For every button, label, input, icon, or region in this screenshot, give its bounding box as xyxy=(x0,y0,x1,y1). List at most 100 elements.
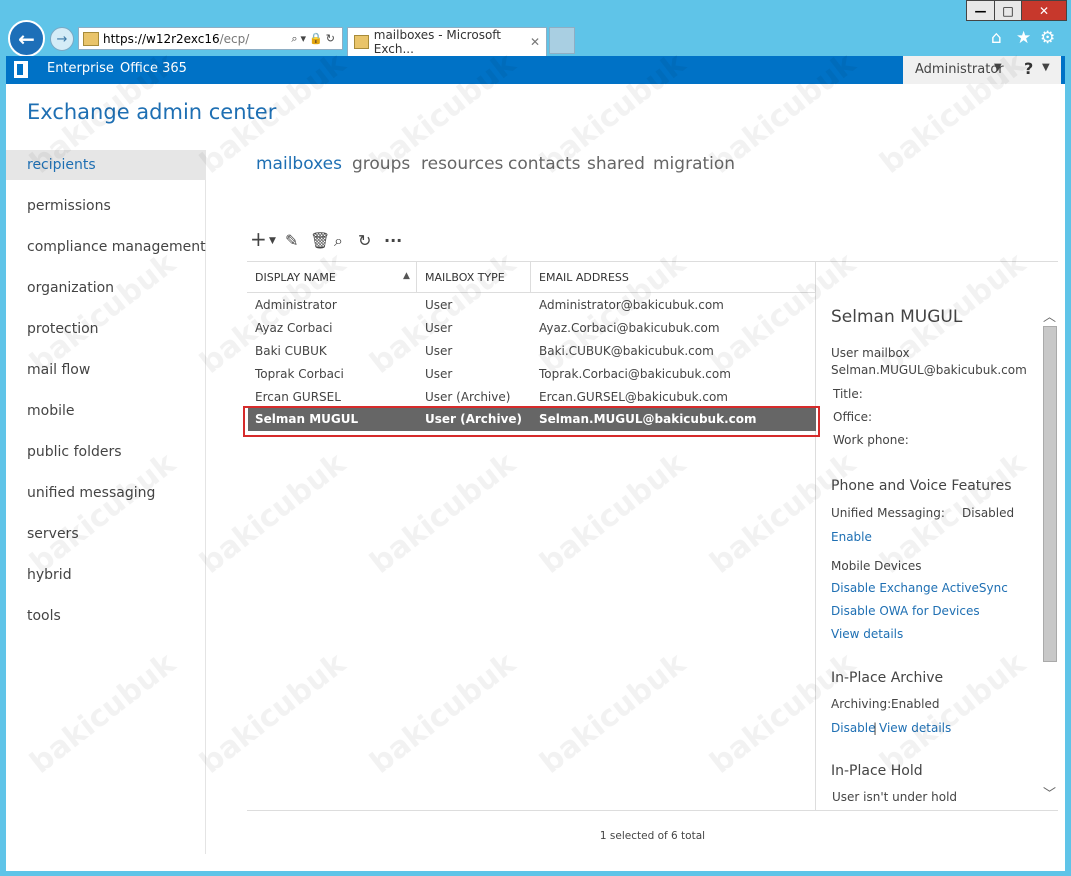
close-window-button[interactable]: ✕ xyxy=(1021,0,1067,21)
tab-resources[interactable]: resources xyxy=(421,154,503,174)
delete-icon[interactable]: 🗑 xyxy=(310,231,330,250)
disable-activesync-link[interactable]: Disable Exchange ActiveSync xyxy=(831,581,1008,595)
mailbox-list: DISPLAY NAME ▲ MAILBOX TYPE EMAIL ADDRES… xyxy=(243,261,1058,842)
cell-display-name: Ercan GURSEL xyxy=(255,390,341,404)
leftnav-item-recipients[interactable]: recipients xyxy=(6,150,206,180)
cell-mailbox-type: User (Archive) xyxy=(425,390,511,404)
page-title: Exchange admin center xyxy=(27,100,277,124)
favorites-star-icon[interactable]: ★ xyxy=(1016,28,1031,48)
column-header-mailbox-type[interactable]: MAILBOX TYPE xyxy=(425,271,505,284)
leftnav-item-hybrid[interactable]: hybrid xyxy=(6,560,206,590)
leftnav-item-tools[interactable]: tools xyxy=(6,601,206,631)
tab-contacts[interactable]: contacts xyxy=(508,154,580,174)
column-separator[interactable] xyxy=(530,262,531,293)
search-icon[interactable]: ⌕ xyxy=(334,231,343,251)
leftnav-item-servers[interactable]: servers xyxy=(6,519,206,549)
office-logo-icon[interactable] xyxy=(14,61,28,78)
refresh-icon[interactable]: ↻ xyxy=(358,231,371,250)
forward-button[interactable]: → xyxy=(50,27,74,51)
url-host: w12r2exc16 xyxy=(146,31,220,46)
user-name[interactable]: Administrator xyxy=(915,62,1004,77)
tab-shared[interactable]: shared xyxy=(587,154,645,174)
column-header-email-address[interactable]: EMAIL ADDRESS xyxy=(539,271,629,284)
arrow-right-icon: → xyxy=(56,31,68,47)
leftnav-item-mail-flow[interactable]: mail flow xyxy=(6,355,206,385)
caret-down-icon[interactable]: ▼ xyxy=(994,62,1002,73)
tab-migration[interactable]: migration xyxy=(653,154,735,174)
home-icon[interactable]: ⌂ xyxy=(991,28,1002,48)
cell-mailbox-type: User xyxy=(425,367,453,381)
hold-header: In-Place Hold xyxy=(831,763,923,779)
nav-office365[interactable]: Office 365 xyxy=(120,61,187,76)
um-value: Disabled xyxy=(962,506,1015,520)
new-tab-button[interactable] xyxy=(549,27,575,54)
leftnav-item-mobile[interactable]: mobile xyxy=(6,396,206,426)
selection-highlight-outline xyxy=(243,406,820,437)
cell-display-name: Baki CUBUK xyxy=(255,344,327,358)
column-header-display-name[interactable]: DISPLAY NAME xyxy=(255,271,336,284)
table-row[interactable]: Ayaz Corbaci User Ayaz.Corbaci@bakicubuk… xyxy=(247,317,815,340)
leftnav-item-compliance-management[interactable]: compliance management xyxy=(6,232,206,262)
details-scrollbar[interactable]: ︿ ﹀ xyxy=(1042,306,1058,802)
archive-disable-link[interactable]: Disable xyxy=(831,721,876,735)
scroll-thumb[interactable] xyxy=(1043,326,1057,662)
minimize-button[interactable]: — xyxy=(966,0,995,21)
add-dropdown-icon[interactable]: ▼ xyxy=(269,236,276,246)
cell-display-name: Ayaz Corbaci xyxy=(255,321,333,335)
um-label: Unified Messaging: xyxy=(831,506,945,520)
sort-ascending-icon[interactable]: ▲ xyxy=(403,271,410,281)
scroll-down-icon[interactable]: ﹀ xyxy=(1043,783,1056,802)
table-row[interactable]: Administrator User Administrator@bakicub… xyxy=(247,294,815,317)
phone-voice-header: Phone and Voice Features xyxy=(831,478,1012,494)
user-menu[interactable]: Administrator ▼ ? ▼ xyxy=(903,56,1061,84)
url-protocol: https:// xyxy=(103,31,147,46)
mobile-view-details-link[interactable]: View details xyxy=(831,627,903,641)
leftnav-item-public-folders[interactable]: public folders xyxy=(6,437,206,467)
cell-mailbox-type: User xyxy=(425,344,453,358)
tab-groups[interactable]: groups xyxy=(352,154,410,174)
disable-owa-link[interactable]: Disable OWA for Devices xyxy=(831,604,980,618)
column-separator[interactable] xyxy=(416,262,417,293)
table-row[interactable]: Baki CUBUK User Baki.CUBUK@bakicubuk.com xyxy=(247,340,815,363)
table-row[interactable]: Toprak Corbaci User Toprak.Corbaci@bakic… xyxy=(247,363,815,386)
edit-icon[interactable]: ✎ xyxy=(285,231,298,250)
browser-chrome: — □ ✕ ← → https:// w12r2exc16 /ecp/ ⌕▾🔒↻… xyxy=(0,0,1071,57)
nav-enterprise[interactable]: Enterprise xyxy=(47,61,114,76)
cell-display-name: Administrator xyxy=(255,298,337,312)
maximize-button[interactable]: □ xyxy=(994,0,1022,21)
mobile-devices-header: Mobile Devices xyxy=(831,559,922,573)
um-enable-link[interactable]: Enable xyxy=(831,530,872,544)
details-office-label: Office: xyxy=(833,410,873,424)
browser-tab-active[interactable]: mailboxes - Microsoft Exch... ✕ xyxy=(347,27,547,56)
url-path: /ecp/ xyxy=(219,31,250,46)
back-button[interactable]: ← xyxy=(8,20,45,57)
tab-mailboxes[interactable]: mailboxes xyxy=(256,154,342,174)
leftnav-item-protection[interactable]: protection xyxy=(6,314,206,344)
cell-mailbox-type: User xyxy=(425,298,453,312)
address-bar[interactable]: https:// w12r2exc16 /ecp/ ⌕▾🔒↻ xyxy=(78,27,343,50)
caret-down-icon[interactable]: ▼ xyxy=(1042,62,1050,73)
cell-email: Baki.CUBUK@bakicubuk.com xyxy=(539,344,714,358)
cell-display-name: Toprak Corbaci xyxy=(255,367,344,381)
exchange-admin-app: Enterprise Office 365 Administrator ▼ ? … xyxy=(6,46,1065,871)
more-icon[interactable]: ··· xyxy=(384,231,402,250)
archive-view-details-link[interactable]: View details xyxy=(879,721,951,735)
cell-email: Ayaz.Corbaci@bakicubuk.com xyxy=(539,321,720,335)
cell-email: Toprak.Corbaci@bakicubuk.com xyxy=(539,367,731,381)
selection-status: 1 selected of 6 total xyxy=(599,830,706,842)
leftnav-item-organization[interactable]: organization xyxy=(6,273,206,303)
archive-header: In-Place Archive xyxy=(831,670,944,686)
leftnav-item-permissions[interactable]: permissions xyxy=(6,191,206,221)
help-button[interactable]: ? xyxy=(1024,59,1033,78)
settings-gear-icon[interactable]: ⚙ xyxy=(1040,28,1055,48)
tab-close-icon[interactable]: ✕ xyxy=(530,35,546,49)
cell-email: Ercan.GURSEL@bakicubuk.com xyxy=(539,390,728,404)
details-name: Selman MUGUL xyxy=(831,307,963,327)
address-bar-icons[interactable]: ⌕▾🔒↻ xyxy=(291,32,342,46)
details-title-label: Title: xyxy=(833,387,863,401)
scroll-up-icon[interactable]: ︿ xyxy=(1043,306,1056,325)
pane-divider xyxy=(815,262,816,810)
arrow-left-icon: ← xyxy=(18,26,35,51)
add-icon[interactable]: + xyxy=(250,227,267,251)
leftnav-item-unified-messaging[interactable]: unified messaging xyxy=(6,478,206,508)
